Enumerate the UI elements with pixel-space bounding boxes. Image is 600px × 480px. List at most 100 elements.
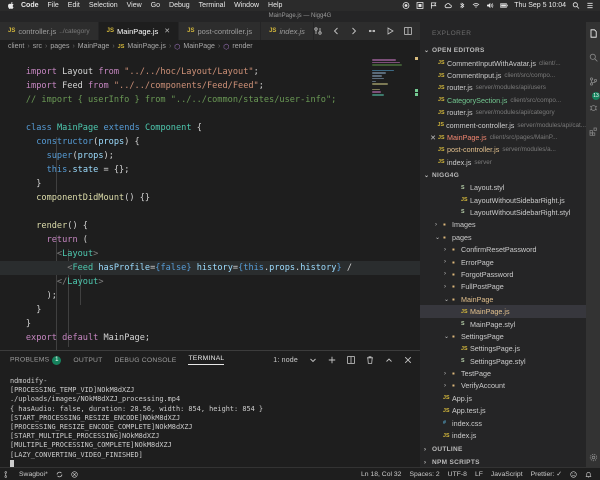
extensions-icon[interactable] (588, 126, 598, 136)
flag-icon[interactable] (430, 2, 438, 9)
breadcrumb-item[interactable]: pages (50, 43, 69, 50)
menu-view[interactable]: View (127, 2, 142, 9)
trash-icon[interactable] (365, 356, 374, 365)
tab-output[interactable]: OUTPUT (73, 357, 102, 364)
status-branch[interactable]: Swagboi* (19, 471, 48, 478)
tree-folder[interactable]: › ▪ TestPage (420, 367, 586, 379)
open-editor-item[interactable]: JS CategorySection.js client/src/compo... (420, 94, 586, 106)
close-icon[interactable]: ✕ (164, 27, 170, 35)
editor-scrollbar[interactable] (412, 53, 418, 350)
menu-window[interactable]: Window (234, 2, 259, 9)
section-outline[interactable]: › OUTLINE (420, 443, 586, 456)
tab-post-controller-js[interactable]: JS post-controller.js (179, 22, 262, 40)
tree-folder[interactable]: ⌄ ▪ SettingsPage (420, 330, 586, 342)
breadcrumb-item[interactable]: MainPage.js (127, 43, 166, 50)
section-open-editors[interactable]: ⌄ OPEN EDITORS (420, 44, 586, 57)
status-eol[interactable]: LF (475, 471, 483, 478)
close-icon[interactable]: ✕ (428, 134, 438, 142)
tab-problems[interactable]: PROBLEMS 1 (10, 355, 62, 365)
open-changes-icon[interactable] (368, 27, 377, 36)
tree-file[interactable]: JS MainPage.js (420, 305, 586, 318)
menu-edit[interactable]: Edit (68, 2, 80, 9)
tree-folder[interactable]: ⌄ ▪ MainPage (420, 293, 586, 305)
maximize-panel-icon[interactable] (384, 356, 393, 365)
feedback-smiley-icon[interactable] (570, 470, 577, 478)
tab-mainpage-js[interactable]: JS MainPage.js ✕ (98, 22, 180, 40)
notification-center-icon[interactable] (586, 2, 594, 9)
source-control-icon[interactable] (588, 76, 598, 86)
status-spaces[interactable]: Spaces: 2 (409, 471, 439, 478)
screenshot-icon[interactable] (416, 2, 424, 9)
status-errors[interactable] (71, 470, 78, 478)
menu-go[interactable]: Go (151, 2, 160, 9)
tree-folder[interactable]: › ▪ ConfirmResetPassword (420, 243, 586, 255)
menu-help[interactable]: Help (268, 2, 282, 9)
close-panel-icon[interactable] (403, 356, 412, 365)
open-editor-item[interactable]: JS router.js server/modules/api/category (420, 107, 586, 119)
menu-file[interactable]: File (48, 2, 59, 9)
open-editor-item[interactable]: JS router.js server/modules/api/users (420, 82, 586, 94)
open-editor-item[interactable]: JS index.js server (420, 156, 586, 168)
tree-file[interactable]: JS index.js (420, 429, 586, 441)
tree-folder[interactable]: ⌄ ▪ pages (420, 231, 586, 243)
status-prettier[interactable]: Prettier: ✓ (531, 470, 562, 478)
tree-folder[interactable]: › ▪ VerifyAccount (420, 380, 586, 392)
tab-terminal[interactable]: TERMINAL (188, 355, 225, 365)
tree-file[interactable]: S Layout.styl (420, 182, 586, 194)
tree-folder[interactable]: › ▪ ErrorPage (420, 256, 586, 268)
split-editor-icon[interactable] (404, 27, 413, 36)
terminal-output[interactable]: ndmodify- [PROCESSING_TEMP_VID]NOkM8dXZJ.… (0, 369, 420, 469)
spotlight-icon[interactable] (572, 2, 580, 9)
tree-file[interactable]: # index.css (420, 417, 586, 429)
open-editor-item[interactable]: ✕ JS MainPage.js client/src/pages/MainP... (420, 131, 586, 143)
breadcrumb-item[interactable]: render (232, 43, 252, 50)
tab-index-js[interactable]: JS index.js (261, 22, 314, 40)
tree-file[interactable]: JS App.js (420, 392, 586, 404)
terminal-selector[interactable]: 1: node (273, 357, 298, 364)
tree-file[interactable]: JS SettingsPage.js (420, 343, 586, 355)
tree-file[interactable]: JS App.test.js (420, 405, 586, 417)
git-compare-icon[interactable] (314, 27, 323, 36)
status-position[interactable]: Ln 18, Col 32 (361, 471, 401, 478)
status-language[interactable]: JavaScript (491, 471, 523, 478)
settings-gear-icon[interactable] (588, 452, 598, 462)
tree-file[interactable]: S LayoutWithoutSidebarRight.styl (420, 206, 586, 218)
tree-folder[interactable]: › ▪ Images (420, 219, 586, 231)
bluetooth-icon[interactable] (458, 2, 466, 9)
battery-icon[interactable] (500, 2, 508, 9)
record-icon[interactable] (402, 2, 410, 9)
breadcrumb-item[interactable]: MainPage (183, 43, 215, 50)
split-terminal-icon[interactable] (346, 356, 355, 365)
apple-icon[interactable] (6, 2, 15, 10)
menu-selection[interactable]: Selection (89, 2, 118, 9)
minimap[interactable] (372, 59, 408, 99)
run-icon[interactable] (386, 27, 395, 36)
code-editor[interactable]: import Layout from "../../hoc/Layout/Lay… (0, 53, 420, 350)
volume-icon[interactable] (486, 2, 494, 9)
cloud-icon[interactable] (444, 2, 452, 9)
status-sync-icon[interactable] (56, 471, 63, 478)
tab-controller-js[interactable]: JS controller.js ../category (0, 22, 99, 40)
clock-text[interactable]: Thu Sep 5 10:04 (514, 2, 566, 9)
menu-terminal[interactable]: Terminal (199, 2, 225, 9)
menu-app[interactable]: Code (21, 2, 39, 9)
breadcrumb-item[interactable]: src (33, 43, 42, 50)
open-editor-item[interactable]: JS CommentInputWithAvatar.js client/... (420, 57, 586, 69)
notifications-bell-icon[interactable] (585, 471, 592, 478)
menu-debug[interactable]: Debug (169, 2, 190, 9)
breadcrumb-item[interactable]: MainPage (78, 43, 110, 50)
go-forward-icon[interactable] (350, 27, 359, 36)
new-terminal-icon[interactable] (327, 356, 336, 365)
tree-file[interactable]: JS LayoutWithoutSidebarRight.js (420, 194, 586, 206)
open-editor-item[interactable]: JS post-controller.js server/modules/a... (420, 144, 586, 156)
section-npm-scripts[interactable]: › NPM SCRIPTS (420, 456, 586, 467)
status-remote[interactable] (4, 470, 11, 478)
debug-icon[interactable] (588, 102, 598, 112)
tree-folder[interactable]: › ▪ ForgotPassword (420, 268, 586, 280)
tree-file[interactable]: S SettingsPage.styl (420, 355, 586, 367)
open-editor-item[interactable]: JS comment-controller.js server/modules/ap… (420, 119, 586, 131)
chevron-down-icon[interactable] (308, 356, 317, 365)
tree-file[interactable]: S MainPage.styl (420, 318, 586, 330)
breadcrumb-item[interactable]: client (8, 43, 24, 50)
wifi-icon[interactable] (472, 2, 480, 9)
